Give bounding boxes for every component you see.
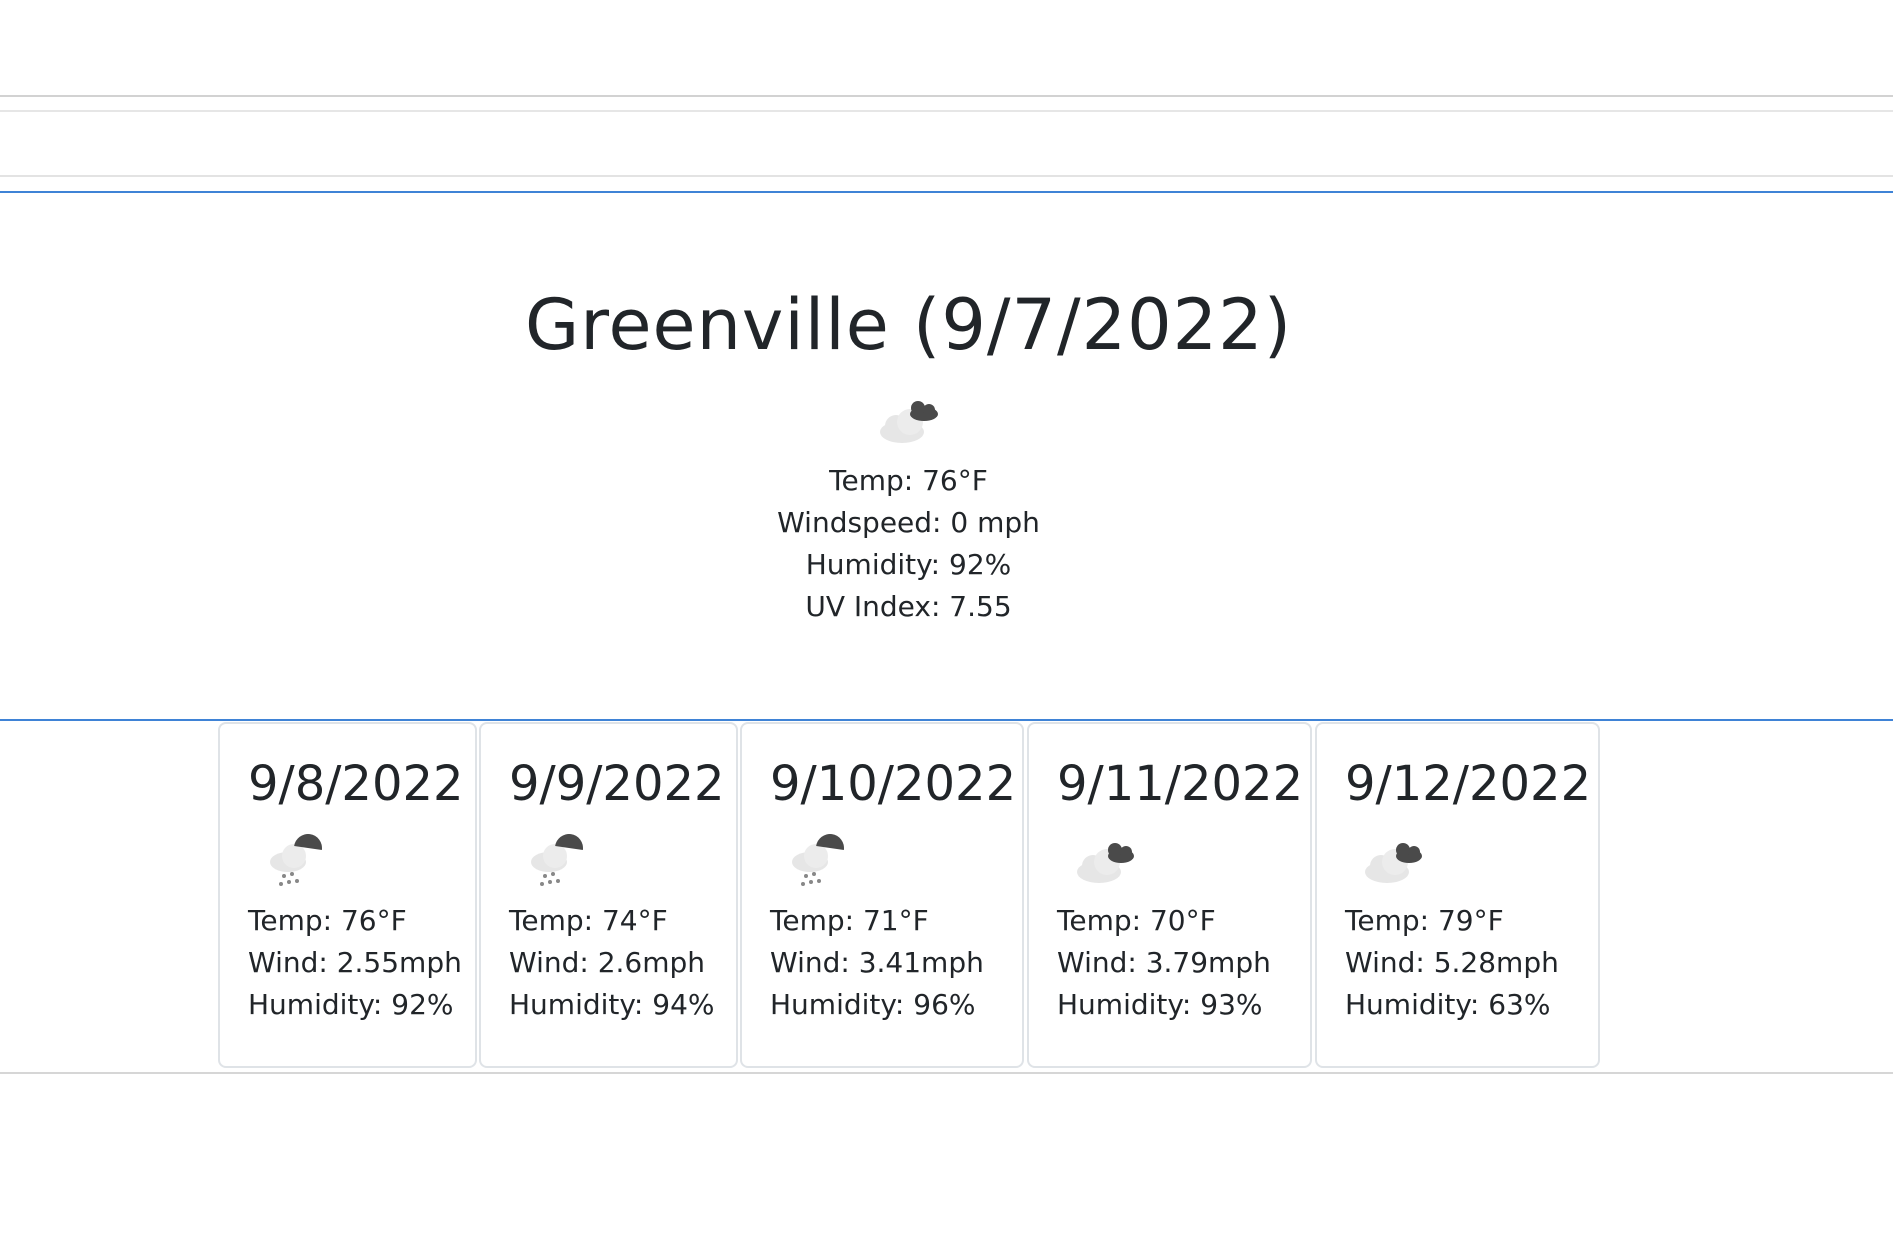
forecast-wind: Wind: 2.6mph bbox=[509, 946, 706, 979]
forecast-card: 9/9/2022 Temp: 74°F Wind: 2.6mph Humidit… bbox=[479, 722, 738, 1068]
forecast-humidity: Humidity: 93% bbox=[1057, 988, 1263, 1021]
cloudy-icon bbox=[879, 401, 938, 443]
forecast-temp: Temp: 74°F bbox=[509, 904, 668, 937]
forecast-temp: Temp: 76°F bbox=[248, 904, 407, 937]
forecast-card: 9/10/2022 Temp: 71°F Wind: 3.41mph Humid… bbox=[740, 722, 1024, 1068]
divider bbox=[0, 175, 1893, 177]
forecast-row: 9/8/2022 Temp: 76°F Wind: 2.55mph Humidi… bbox=[0, 722, 1893, 1072]
rain-icon bbox=[531, 834, 583, 886]
cloudy-icon bbox=[1365, 843, 1422, 883]
section-divider bbox=[0, 191, 1893, 193]
forecast-date: 9/8/2022 bbox=[248, 756, 464, 812]
city-title: Greenville (9/7/2022) bbox=[524, 284, 1293, 366]
divider bbox=[0, 95, 1893, 97]
forecast-temp: Temp: 71°F bbox=[770, 904, 929, 937]
rain-icon bbox=[792, 834, 844, 886]
forecast-humidity: Humidity: 63% bbox=[1345, 988, 1551, 1021]
forecast-wind: Wind: 2.55mph bbox=[248, 946, 462, 979]
forecast-card: 9/11/2022 Temp: 70°F Wind: 3.79mph Humid… bbox=[1027, 722, 1312, 1068]
forecast-temp: Temp: 79°F bbox=[1345, 904, 1504, 937]
forecast-date: 9/10/2022 bbox=[770, 756, 1017, 812]
forecast-date: 9/11/2022 bbox=[1057, 756, 1304, 812]
forecast-humidity: Humidity: 92% bbox=[248, 988, 454, 1021]
section-divider bbox=[0, 719, 1893, 721]
forecast-date: 9/12/2022 bbox=[1345, 756, 1592, 812]
current-temp: Temp: 76°F bbox=[829, 464, 988, 497]
forecast-humidity: Humidity: 94% bbox=[509, 988, 715, 1021]
divider bbox=[0, 110, 1893, 112]
current-uv-index: UV Index: 7.55 bbox=[805, 590, 1012, 623]
forecast-card: 9/8/2022 Temp: 76°F Wind: 2.55mph Humidi… bbox=[218, 722, 477, 1068]
forecast-temp: Temp: 70°F bbox=[1057, 904, 1216, 937]
forecast-wind: Wind: 5.28mph bbox=[1345, 946, 1559, 979]
forecast-humidity: Humidity: 96% bbox=[770, 988, 976, 1021]
current-humidity: Humidity: 92% bbox=[805, 548, 1012, 581]
forecast-card: 9/12/2022 Temp: 79°F Wind: 5.28mph Humid… bbox=[1315, 722, 1600, 1068]
forecast-date: 9/9/2022 bbox=[509, 756, 725, 812]
forecast-wind: Wind: 3.79mph bbox=[1057, 946, 1271, 979]
cloudy-icon bbox=[1077, 843, 1134, 883]
forecast-wind: Wind: 3.41mph bbox=[770, 946, 984, 979]
current-windspeed: Windspeed: 0 mph bbox=[777, 506, 1040, 539]
rain-icon bbox=[270, 834, 322, 886]
current-weather: Greenville (9/7/2022) Temp: 76°F Windspe… bbox=[0, 270, 1817, 628]
footer-divider bbox=[0, 1072, 1893, 1074]
